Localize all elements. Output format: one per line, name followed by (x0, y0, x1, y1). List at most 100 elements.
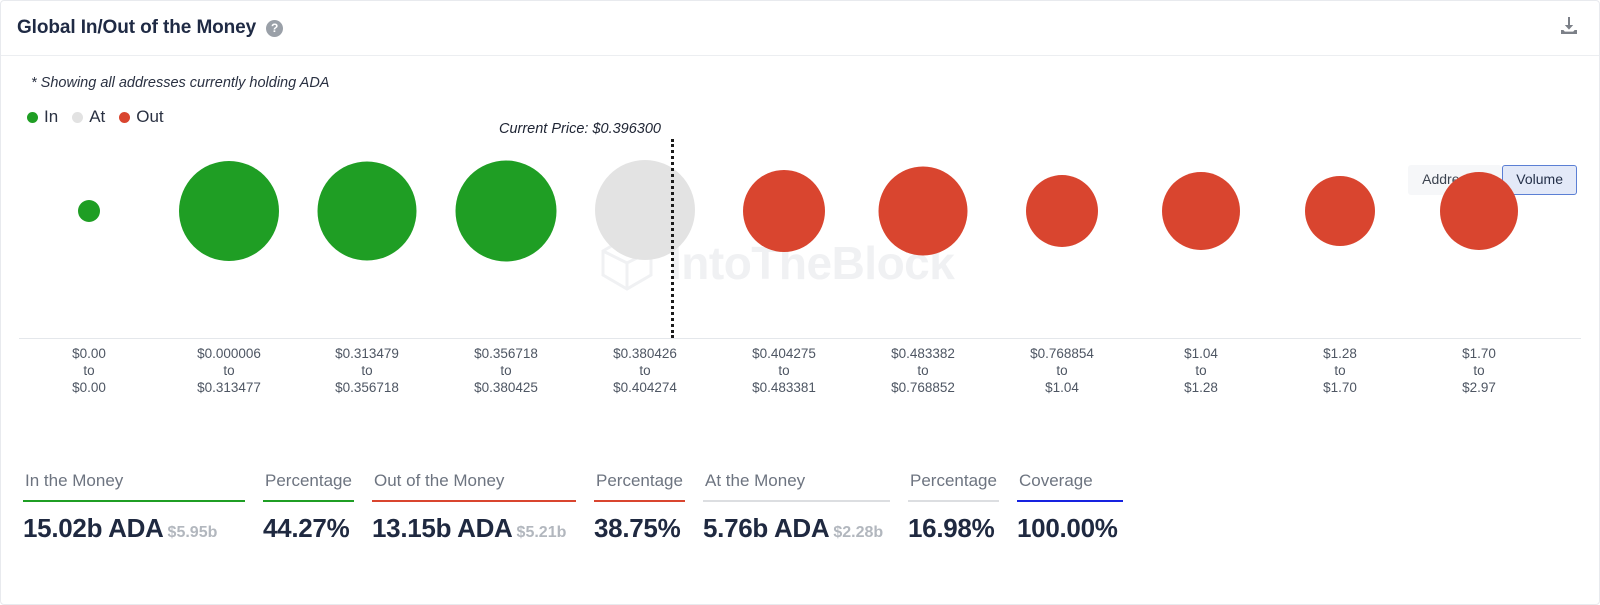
legend-label-out: Out (136, 107, 164, 126)
x-axis-ticks: $0.00 to $0.00 $0.000006 to $0.313477 $0.31347… (19, 339, 1581, 399)
legend-item-out[interactable]: Out (119, 107, 164, 127)
x-tick-6-to: $0.768852 (891, 380, 955, 395)
current-price-line (671, 139, 674, 338)
x-tick-1-from: $0.000006 (197, 346, 261, 361)
stat-rule-0 (23, 500, 245, 502)
chart-note: * Showing all addresses currently holdin… (31, 75, 330, 91)
bubble-chart-plot: IntoTheBlock Current Price: $0.396300 (19, 121, 1581, 339)
x-tick-4-to: $0.404274 (613, 380, 677, 395)
chart-legend: In At Out (27, 107, 1599, 127)
x-tick-3: $0.356718 to $0.380425 (474, 345, 538, 396)
bubble-in-1[interactable] (179, 161, 279, 261)
x-tick-5-sep: to (778, 363, 790, 378)
bubble-out-10[interactable] (1440, 172, 1518, 250)
bubble-in-2[interactable] (317, 161, 417, 261)
x-tick-1-to: $0.313477 (197, 380, 261, 395)
stat-block-4: At the Money 5.76b ADA $2.28b (703, 471, 908, 544)
x-tick-7-to: $1.04 (1045, 380, 1079, 395)
legend-dot-at-icon (72, 111, 84, 123)
stat-value-2: 13.15b ADA $5.21b (372, 513, 567, 543)
bubble-out-8[interactable] (1162, 172, 1240, 250)
x-tick-8-to: $1.28 (1184, 380, 1218, 395)
stat-block-3: Percentage 38.75% (594, 471, 703, 544)
stat-rule-1 (263, 500, 354, 502)
stat-block-6: Coverage 100.00% (1017, 471, 1141, 544)
x-tick-4-sep: to (639, 363, 651, 378)
x-tick-5-from: $0.404275 (752, 346, 816, 361)
x-tick-5-to: $0.483381 (752, 380, 816, 395)
x-tick-3-from: $0.356718 (474, 346, 538, 361)
stat-block-5: Percentage 16.98% (908, 471, 1017, 544)
x-tick-10-to: $2.97 (1462, 380, 1496, 395)
stat-value-6: 100.00% (1017, 513, 1118, 543)
x-tick-10-from: $1.70 (1462, 346, 1496, 361)
stat-value-4: 5.76b ADA $2.28b (703, 513, 884, 543)
x-tick-1-sep: to (223, 363, 235, 378)
x-tick-6: $0.483382 to $0.768852 (891, 345, 955, 396)
x-tick-7: $0.768854 to $1.04 (1030, 345, 1094, 396)
stat-subvalue-4: $2.28b (833, 524, 884, 541)
stat-label-4: At the Money (705, 471, 806, 490)
stat-value-0: 15.02b ADA $5.95b (23, 513, 218, 543)
stat-block-2: Out of the Money 13.15b ADA $5.21b (372, 471, 594, 544)
card-header: Global In/Out of the Money ? (1, 1, 1599, 56)
stat-rule-4 (703, 500, 890, 502)
x-tick-9-to: $1.70 (1323, 380, 1357, 395)
x-tick-7-from: $0.768854 (1030, 346, 1094, 361)
x-tick-3-sep: to (500, 363, 512, 378)
x-tick-6-from: $0.483382 (891, 346, 955, 361)
bubble-out-7[interactable] (1026, 175, 1098, 247)
x-tick-10: $1.70 to $2.97 (1462, 345, 1496, 396)
x-tick-4-from: $0.380426 (613, 346, 677, 361)
download-icon[interactable] (1557, 14, 1581, 43)
legend-label-in: In (44, 107, 59, 126)
stat-label-1: Percentage (265, 471, 352, 490)
x-tick-9-sep: to (1334, 363, 1346, 378)
stat-rule-6 (1017, 500, 1123, 502)
x-tick-2-sep: to (361, 363, 373, 378)
x-tick-6-sep: to (917, 363, 929, 378)
x-tick-7-sep: to (1056, 363, 1068, 378)
bubble-at-4[interactable] (595, 160, 695, 260)
legend-dot-in-icon (27, 111, 38, 123)
x-tick-8-sep: to (1195, 363, 1207, 378)
stat-rule-2 (372, 500, 576, 502)
bubble-out-6[interactable] (878, 166, 968, 256)
stat-rule-3 (594, 500, 685, 502)
x-tick-2-from: $0.313479 (335, 346, 399, 361)
stat-label-2: Out of the Money (374, 471, 505, 490)
x-tick-2-to: $0.356718 (335, 380, 399, 395)
current-price-label: Current Price: $0.396300 (498, 121, 661, 137)
stat-subvalue-2: $5.21b (516, 524, 567, 541)
x-tick-0: $0.00 to $0.00 (72, 345, 106, 396)
bubble-in-0[interactable] (78, 200, 100, 222)
stat-label-5: Percentage (910, 471, 997, 490)
stat-label-0: In the Money (25, 471, 124, 490)
x-tick-0-to: $0.00 (72, 380, 106, 395)
x-tick-9-from: $1.28 (1323, 346, 1357, 361)
bubble-out-5[interactable] (743, 170, 825, 252)
stat-value-3: 38.75% (594, 513, 681, 543)
stat-block-0: In the Money 15.02b ADA $5.95b (23, 471, 263, 544)
stat-block-1: Percentage 44.27% (263, 471, 372, 544)
x-tick-10-sep: to (1473, 363, 1485, 378)
legend-item-in[interactable]: In (27, 107, 58, 127)
stat-value-1: 44.27% (263, 513, 350, 543)
question-mark-icon[interactable]: ? (266, 19, 284, 37)
x-tick-5: $0.404275 to $0.483381 (752, 345, 816, 396)
page-title: Global In/Out of the Money (17, 17, 257, 38)
legend-label-at: At (89, 107, 106, 126)
x-tick-8: $1.04 to $1.28 (1184, 345, 1218, 396)
bubble-out-9[interactable] (1305, 176, 1375, 246)
x-tick-0-from: $0.00 (72, 346, 106, 361)
stat-label-6: Coverage (1019, 471, 1093, 490)
legend-item-at[interactable]: At (72, 107, 105, 127)
bubble-in-3[interactable] (455, 160, 557, 262)
x-tick-2: $0.313479 to $0.356718 (335, 345, 399, 396)
stat-subvalue-0: $5.95b (167, 524, 218, 541)
x-tick-4: $0.380426 to $0.404274 (613, 345, 677, 396)
global-in-out-of-the-money-card: Global In/Out of the Money ? * Showing a… (0, 0, 1600, 605)
x-tick-0-sep: to (83, 363, 95, 378)
x-tick-1: $0.000006 to $0.313477 (197, 345, 261, 396)
stat-label-3: Percentage (596, 471, 683, 490)
